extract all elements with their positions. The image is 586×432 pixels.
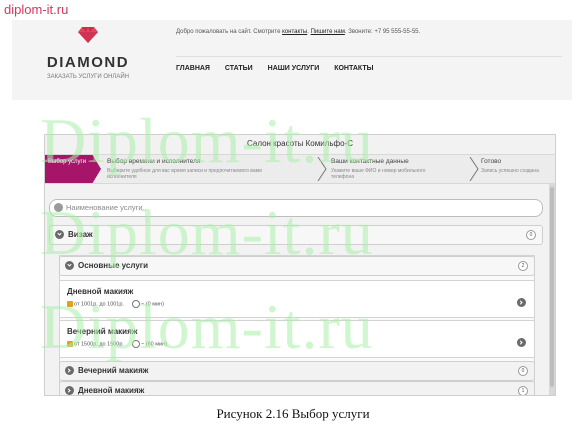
subcategory-evening[interactable]: Вечерний макияж 0 [59, 361, 535, 381]
chevron-right-icon [469, 157, 479, 181]
document-header: diplom-it.ru [0, 0, 586, 20]
count-badge: 1 [518, 386, 528, 395]
nav-item-services[interactable]: НАШИ УСЛУГИ [268, 65, 320, 72]
arrow-right-icon[interactable] [517, 294, 526, 312]
figure-caption: Рисунок 2.16 Выбор услуги [216, 406, 370, 421]
phone-text: Звоните: +7 95 555-55-55. [348, 29, 421, 35]
contacts-link[interactable]: контакты [282, 29, 307, 35]
step-4[interactable]: Готово Запись успешно создана [481, 158, 541, 174]
logo[interactable]: DIAMOND ЗАКАЗАТЬ УСЛУГИ ОНЛАЙН [42, 27, 134, 81]
chevron-right-icon [65, 366, 74, 375]
count-badge: 2 [518, 261, 528, 271]
step-4-desc: Запись успешно создана [481, 168, 539, 174]
nav-item-articles[interactable]: СТАТЬИ [225, 65, 253, 72]
step-4-title: Готово [481, 158, 502, 165]
watermark: Diplom-it.ru [40, 291, 374, 362]
count-badge: 0 [526, 230, 536, 240]
write-us-link[interactable]: Пишите нам [311, 29, 345, 35]
scrollbar[interactable] [549, 183, 555, 395]
subcategory-day[interactable]: Дневной макияж 1 [59, 381, 535, 395]
diamond-icon [78, 27, 98, 43]
welcome-text: Добро пожаловать на сайт. Смотрите конта… [176, 29, 421, 35]
main-nav: ГЛАВНАЯ СТАТЬИ НАШИ УСЛУГИ КОНТАКТЫ [176, 65, 386, 72]
watermark: Diplom-it.ru [40, 197, 374, 268]
chevron-right-icon [65, 386, 74, 395]
site-label: diplom-it.ru [4, 2, 69, 17]
site-header: DIAMOND ЗАКАЗАТЬ УСЛУГИ ОНЛАЙН Добро пож… [12, 20, 572, 100]
scrollbar-thumb[interactable] [550, 187, 554, 387]
count-badge: 0 [518, 366, 528, 376]
welcome-prefix: Добро пожаловать на сайт. Смотрите [176, 29, 281, 35]
brand-name: DIAMOND [46, 54, 130, 71]
subcategory-label: Вечерний макияж [78, 366, 149, 375]
header-divider [176, 56, 562, 57]
subcategory-label: Дневной макияж [78, 386, 145, 395]
watermark: Diplom-it.ru [40, 105, 374, 176]
nav-item-home[interactable]: ГЛАВНАЯ [176, 65, 210, 72]
nav-item-contacts[interactable]: КОНТАКТЫ [334, 65, 373, 72]
brand-subtitle: ЗАКАЗАТЬ УСЛУГИ ОНЛАЙН [47, 74, 129, 80]
arrow-right-icon[interactable] [517, 334, 526, 352]
